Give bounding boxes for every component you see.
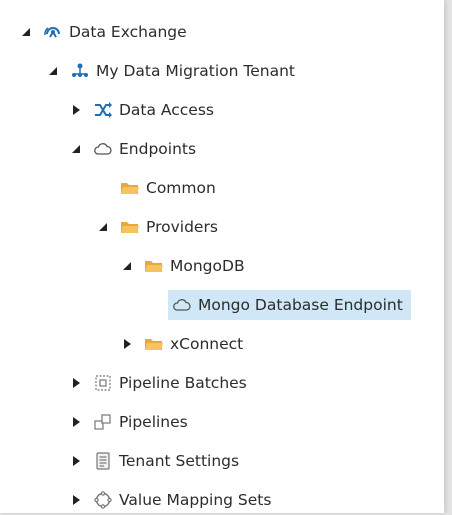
shuffle-icon <box>93 100 113 120</box>
collapsed-arrow-icon[interactable] <box>69 376 83 390</box>
expanded-arrow-icon[interactable] <box>69 142 83 156</box>
tree-node-label: Tenant Settings <box>119 452 240 470</box>
collapsed-arrow-icon[interactable] <box>69 103 83 117</box>
tree-node-data-exchange[interactable]: Data Exchange <box>19 17 187 47</box>
tree-node-xconnect[interactable]: xConnect <box>120 329 243 359</box>
expanded-arrow-icon[interactable] <box>120 259 134 273</box>
collapsed-arrow-icon[interactable] <box>69 454 83 468</box>
expanded-arrow-icon[interactable] <box>19 25 33 39</box>
tree-node-label: My Data Migration Tenant <box>96 62 296 80</box>
tree-node-pipeline-batches[interactable]: Pipeline Batches <box>69 368 247 398</box>
expanded-arrow-icon[interactable] <box>96 220 110 234</box>
tree-node-pipelines[interactable]: Pipelines <box>69 407 188 437</box>
collapsed-arrow-icon[interactable] <box>69 493 83 507</box>
folder-icon <box>120 217 140 237</box>
tree-node-label: xConnect <box>170 335 244 353</box>
expanded-arrow-icon[interactable] <box>46 64 60 78</box>
cloud-icon <box>93 139 113 159</box>
value-mapping-icon <box>93 490 113 510</box>
tree-node-label: Common <box>146 179 216 197</box>
cloud-icon <box>172 295 192 315</box>
folder-icon <box>144 256 164 276</box>
tree-node-endpoints[interactable]: Endpoints <box>69 134 196 164</box>
tree-node-label: Data Exchange <box>69 23 187 41</box>
settings-icon <box>93 451 113 471</box>
content-tree-panel: Data Exchange My Data Migration Tenant D… <box>0 0 444 513</box>
folder-icon <box>120 178 140 198</box>
tree-node-label: MongoDB <box>170 257 245 275</box>
tree-node-tenant-settings[interactable]: Tenant Settings <box>69 446 239 476</box>
pipeline-batches-icon <box>93 373 113 393</box>
tree-node-label: Pipeline Batches <box>119 374 247 392</box>
folder-icon <box>144 334 164 354</box>
tree-node-label: Value Mapping Sets <box>119 491 272 509</box>
tree-node-label: Providers <box>146 218 218 236</box>
tree-node-data-access[interactable]: Data Access <box>69 95 214 125</box>
data-exchange-icon <box>43 22 63 42</box>
pipelines-icon <box>93 412 113 432</box>
tree-node-providers[interactable]: Providers <box>96 212 218 242</box>
tenant-icon <box>70 61 90 81</box>
tree-node-label: Pipelines <box>119 413 188 431</box>
collapsed-arrow-icon[interactable] <box>120 337 134 351</box>
selection-highlight[interactable]: Mongo Database Endpoint <box>168 290 411 320</box>
tree-node-mongo-database-endpoint[interactable]: Mongo Database Endpoint <box>144 290 411 320</box>
tree-node-mongodb[interactable]: MongoDB <box>120 251 245 281</box>
tree-node-my-data-migration-tenant[interactable]: My Data Migration Tenant <box>46 56 295 86</box>
tree-node-label: Data Access <box>119 101 214 119</box>
tree-node-value-mapping-sets[interactable]: Value Mapping Sets <box>69 485 271 515</box>
collapsed-arrow-icon[interactable] <box>69 415 83 429</box>
tree-node-label: Mongo Database Endpoint <box>198 296 403 314</box>
tree-node-common[interactable]: Common <box>96 173 216 203</box>
tree-node-label: Endpoints <box>119 140 197 158</box>
